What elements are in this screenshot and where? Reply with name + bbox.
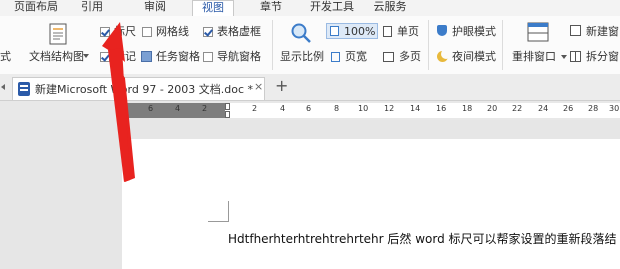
annotation-arrow [102,22,135,182]
